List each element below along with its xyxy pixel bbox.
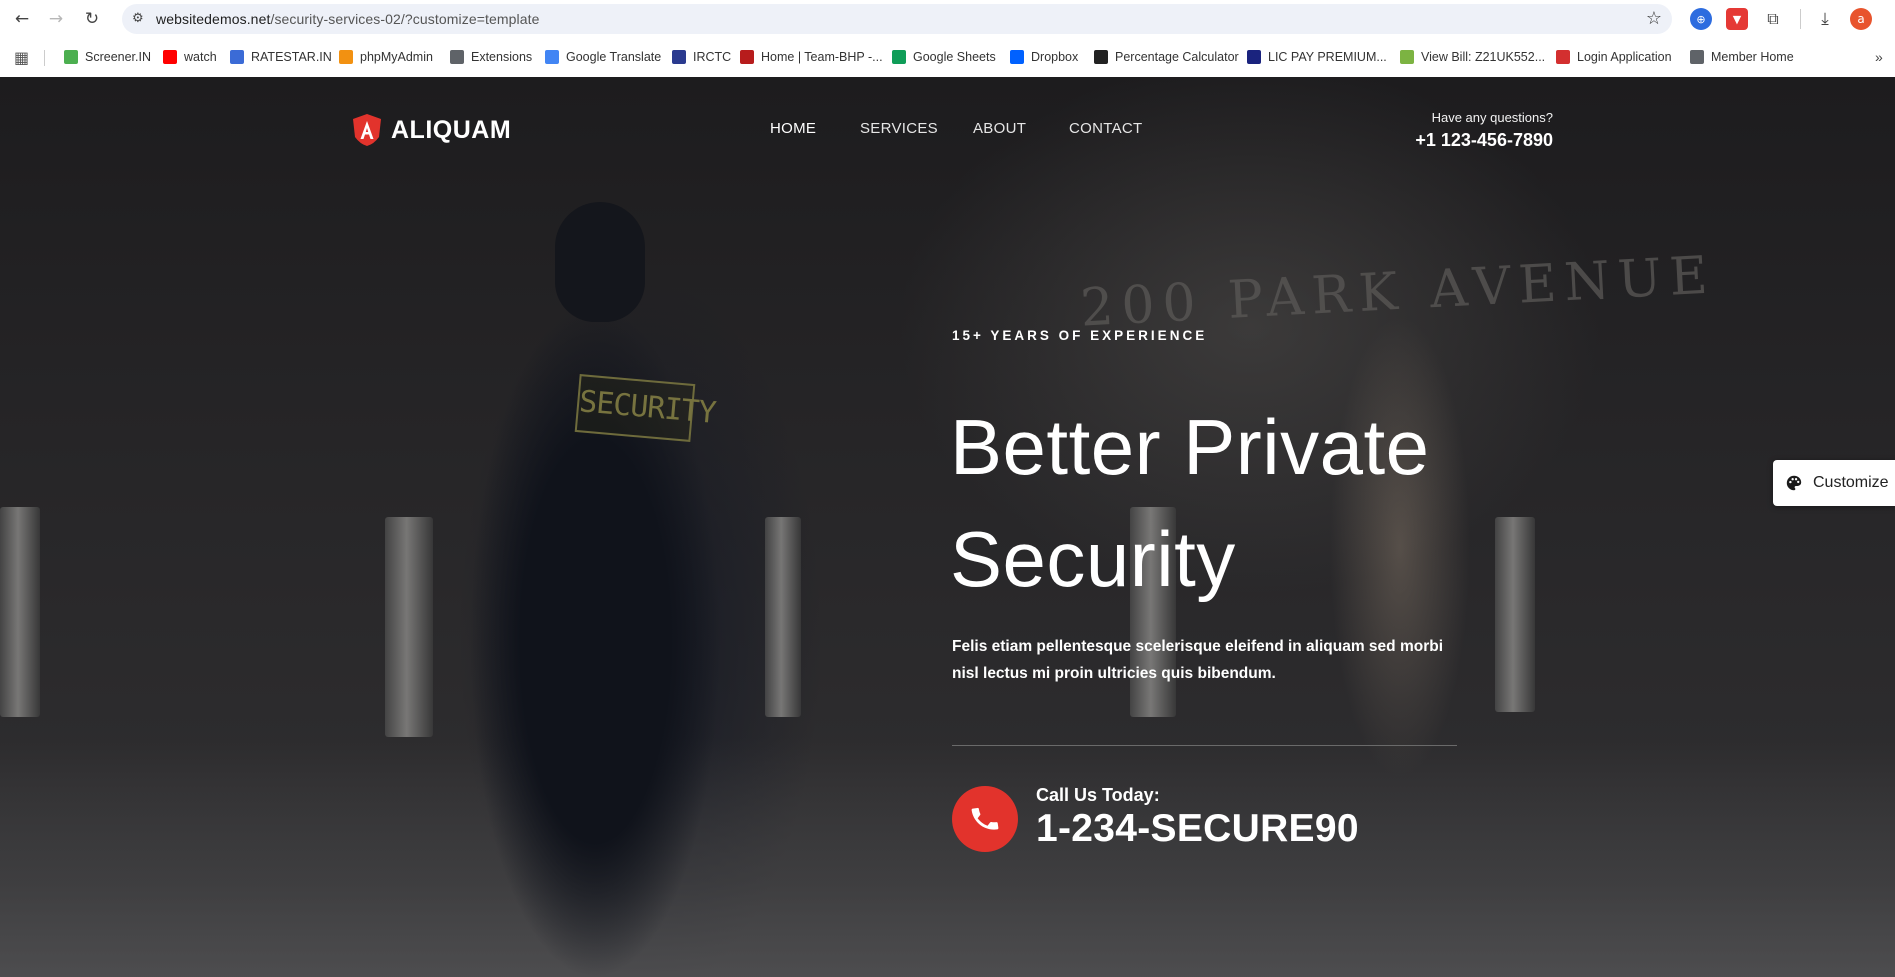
sheets-icon (892, 50, 906, 64)
address-bar[interactable]: ⚙ websitedemos.net/security-services-02/… (122, 4, 1672, 34)
url-host: websitedemos.net (156, 11, 271, 27)
back-button[interactable]: ← (10, 7, 34, 31)
nav-home[interactable]: HOME (770, 120, 816, 137)
bookmarks-divider (44, 50, 45, 66)
call-button[interactable] (952, 786, 1018, 852)
bookmark-label: Login Application (1577, 50, 1672, 64)
bookmark-label: Google Translate (566, 50, 662, 64)
hero-eyebrow: 15+ YEARS OF EXPERIENCE (952, 328, 1208, 343)
bookmark-label: watch (184, 50, 217, 64)
bookmark-item[interactable]: Google Sheets (892, 47, 996, 67)
browser-toolbar: ← → ↻ ⚙ websitedemos.net/security-servic… (0, 0, 1895, 38)
youtube-icon (163, 50, 177, 64)
bollard (765, 517, 801, 717)
extensions-puzzle-icon[interactable]: ⧉ (1762, 8, 1784, 30)
call-label: Call Us Today: (1036, 785, 1160, 805)
forward-button[interactable]: → (44, 7, 68, 31)
bookmark-item[interactable]: Login Application (1556, 47, 1672, 67)
irctc-icon (672, 50, 686, 64)
apps-grid-icon[interactable]: ▦ (14, 47, 29, 67)
bookmark-item[interactable]: View Bill: Z21UK552... (1400, 47, 1545, 67)
bollard (0, 507, 40, 717)
hero-divider (952, 745, 1457, 746)
bollard (385, 517, 433, 737)
bookmark-label: IRCTC (693, 50, 732, 64)
bookmark-label: phpMyAdmin (360, 50, 433, 64)
security-guard-head (555, 202, 645, 322)
nav-about[interactable]: ABOUT (973, 120, 1026, 137)
teambhp-icon (740, 50, 754, 64)
extension-shield-icon[interactable]: ▼ (1726, 8, 1748, 30)
bookmark-item[interactable]: IRCTC (672, 47, 731, 67)
phone-icon (971, 807, 999, 830)
security-patch: SECURITY (574, 374, 717, 442)
url-text[interactable]: websitedemos.net/security-services-02/?c… (156, 11, 540, 27)
bookmark-label: Member Home (1711, 50, 1794, 64)
dropbox-icon (1010, 50, 1024, 64)
bookmark-label: RATESTAR.IN (251, 50, 332, 64)
header-phone-number[interactable]: +1 123-456-7890 (1415, 130, 1553, 151)
percent-icon (1094, 50, 1108, 64)
palette-icon (1786, 475, 1802, 491)
bookmark-item[interactable]: Extensions (450, 47, 532, 67)
nav-contact[interactable]: CONTACT (1069, 120, 1142, 137)
bookmark-item[interactable]: Member Home (1690, 47, 1794, 67)
bookmark-item[interactable]: Screener.IN (64, 47, 151, 67)
call-number[interactable]: 1-234-SECURE90 (1036, 807, 1359, 851)
hero-headline: Better Private Security (950, 391, 1470, 615)
site-logo[interactable]: ALIQUAM (352, 113, 511, 147)
bookmark-star-icon[interactable]: ☆ (1646, 8, 1662, 29)
downloads-icon[interactable]: ⤓ (1814, 8, 1836, 30)
extension-globe-icon[interactable]: ⊕ (1690, 8, 1712, 30)
shield-a-icon (353, 114, 381, 146)
bookmark-label: Screener.IN (85, 50, 152, 64)
bookmark-label: Google Sheets (913, 50, 996, 64)
profile-avatar[interactable]: a (1850, 8, 1872, 30)
url-path: /security-services-02/?customize=templat… (270, 11, 540, 27)
brand-name: ALIQUAM (391, 115, 512, 144)
translate-icon (545, 50, 559, 64)
bookmark-label: Dropbox (1031, 50, 1079, 64)
bookmark-item[interactable]: RATESTAR.IN (230, 47, 332, 67)
toolbar-divider (1800, 9, 1801, 29)
phpmyadmin-icon (339, 50, 353, 64)
bookmark-label: Percentage Calculator (1115, 50, 1239, 64)
headline-line-1: Better Private (950, 403, 1430, 491)
bollard (1495, 517, 1535, 712)
ratestar-icon (230, 50, 244, 64)
globe-icon (1690, 50, 1704, 64)
hero-section: 200 PARK AVENUE SECURITY ALIQUAM HOME SE… (0, 77, 1895, 977)
bar-chart-icon (64, 50, 78, 64)
bookmark-label: LIC PAY PREMIUM... (1268, 50, 1387, 64)
bookmark-label: Extensions (471, 50, 533, 64)
customize-button[interactable]: Customize (1773, 460, 1895, 506)
bookmark-item[interactable]: LIC PAY PREMIUM... (1247, 47, 1387, 67)
bookmark-label: View Bill: Z21UK552... (1421, 50, 1546, 64)
bookmark-item[interactable]: Home | Team-BHP -... (740, 47, 883, 67)
bookmark-item[interactable]: Google Translate (545, 47, 661, 67)
customize-label: Customize (1813, 474, 1889, 491)
bookmark-label: Home | Team-BHP -... (761, 50, 883, 64)
reload-button[interactable]: ↻ (80, 7, 104, 31)
login-icon (1556, 50, 1570, 64)
site-info-icon[interactable]: ⚙ (132, 11, 148, 27)
bookmark-item[interactable]: Dropbox (1010, 47, 1078, 67)
questions-label: Have any questions? (1431, 110, 1553, 125)
floor-background (0, 737, 1895, 977)
bookmark-item[interactable]: watch (163, 47, 217, 67)
headline-line-2: Security (950, 515, 1236, 603)
lic-icon (1247, 50, 1261, 64)
bookmark-item[interactable]: phpMyAdmin (339, 47, 433, 67)
header-contact: Have any questions? +1 123-456-7890 (1415, 110, 1553, 151)
puzzle-icon (450, 50, 464, 64)
bookmarks-overflow-icon[interactable]: » (1875, 47, 1883, 67)
hero-description: Felis etiam pellentesque scelerisque ele… (952, 638, 1443, 682)
bookmarks-bar: ▦ Screener.IN watch RATESTAR.IN phpMyAdmin E… (0, 38, 1895, 78)
bill-icon (1400, 50, 1414, 64)
nav-services[interactable]: SERVICES (860, 120, 938, 137)
bookmark-item[interactable]: Percentage Calculator (1094, 47, 1239, 67)
